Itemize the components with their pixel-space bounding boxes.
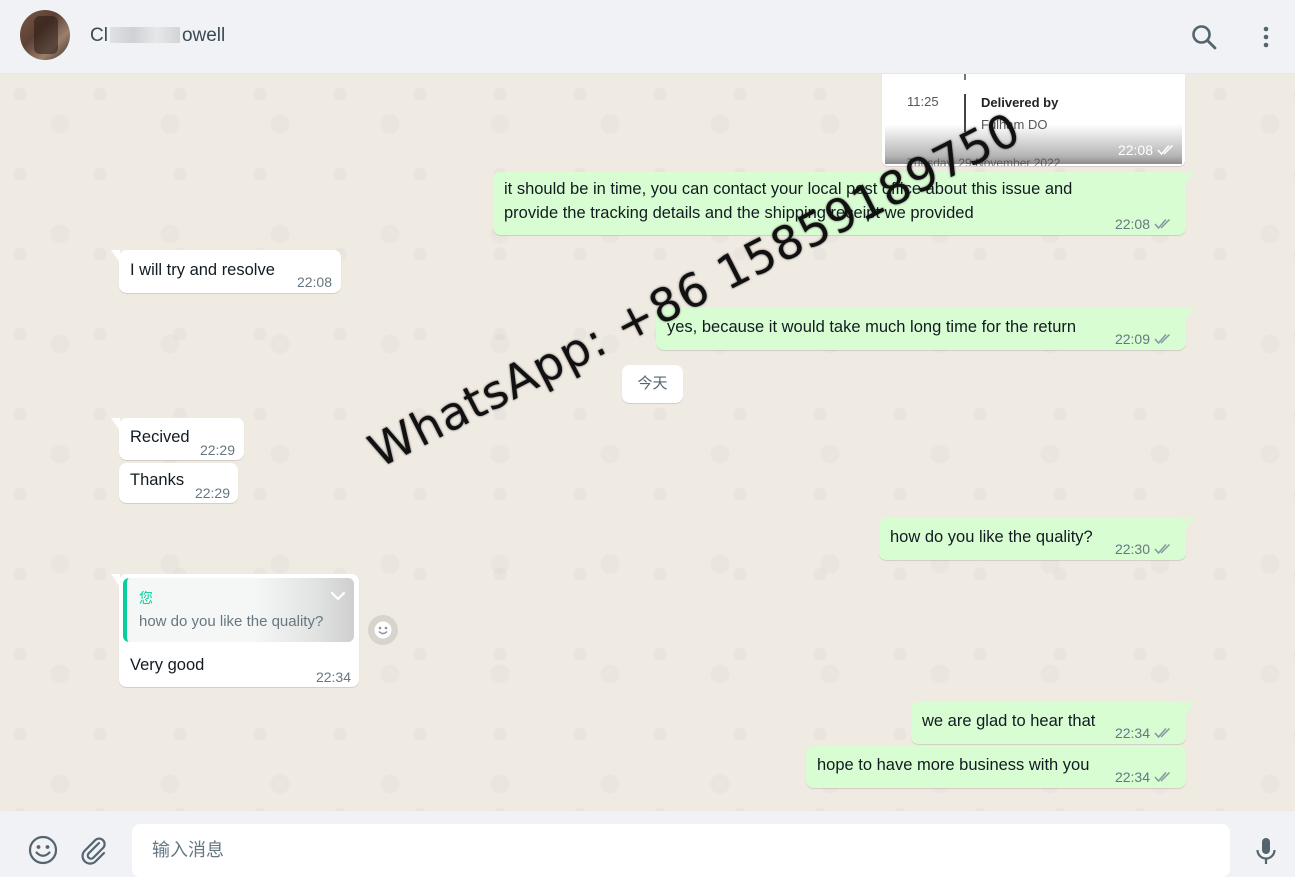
outgoing-message[interactable]: yes, because it would take much long tim… xyxy=(656,307,1194,351)
outgoing-message[interactable]: hope to have more business with you 22:3… xyxy=(806,746,1186,788)
quote-text: how do you like the quality? xyxy=(139,613,324,630)
read-ticks-icon xyxy=(1154,543,1171,555)
contact-name-start: Cl xyxy=(90,25,108,46)
read-ticks-icon xyxy=(1154,218,1171,230)
time-text: 22:34 xyxy=(1114,725,1150,741)
message-text: we are glad to hear that xyxy=(922,712,1096,730)
chat-header: Cl owell xyxy=(0,0,1295,74)
message-time: 22:34 xyxy=(1115,721,1174,745)
chevron-down-icon[interactable] xyxy=(328,586,348,606)
message-time: 22:09 xyxy=(1115,327,1174,351)
message-text: hope to have more business with you xyxy=(817,756,1090,774)
composer-bar xyxy=(0,811,1295,877)
tracking-time: 11:25 xyxy=(907,94,939,109)
message-time: 22:34 xyxy=(1115,765,1174,789)
timeline-line xyxy=(964,74,966,80)
smiley-icon xyxy=(374,621,392,639)
react-button[interactable] xyxy=(368,615,398,645)
message-time: 22:08 xyxy=(1118,142,1177,158)
time-text: 22:34 xyxy=(1114,769,1150,785)
incoming-message[interactable]: Thanks 22:29 xyxy=(119,463,238,503)
message-time: 22:30 xyxy=(1115,537,1174,561)
message-text: Thanks xyxy=(130,471,185,489)
time-text: 22:30 xyxy=(1114,541,1150,557)
incoming-message[interactable]: I will try and resolve 22:08 xyxy=(111,250,341,293)
message-text: yes, because it would take much long tim… xyxy=(667,318,1077,336)
chat-area[interactable]: 11:25 Delivered by Fulham DO Tuesday, 29… xyxy=(0,74,1295,811)
quoted-message[interactable]: 您 how do you like the quality? xyxy=(123,578,354,642)
kebab-menu-icon[interactable] xyxy=(1251,22,1281,52)
message-text: Recived xyxy=(130,428,190,446)
search-icon[interactable] xyxy=(1189,22,1219,52)
contact-name[interactable]: Cl owell xyxy=(90,25,225,47)
message-time: 22:29 xyxy=(199,442,235,458)
contact-avatar[interactable] xyxy=(20,10,70,60)
message-time: 22:34 xyxy=(315,669,351,685)
read-ticks-icon xyxy=(1157,144,1174,156)
contact-name-end: owell xyxy=(181,25,226,46)
message-text: I will try and resolve xyxy=(130,261,275,279)
time-text: 22:09 xyxy=(1114,331,1150,347)
message-input[interactable] xyxy=(132,824,1230,877)
outgoing-message[interactable]: we are glad to hear that 22:34 xyxy=(911,702,1194,745)
paperclip-icon[interactable] xyxy=(78,834,110,866)
message-text: how do you like the quality? xyxy=(890,528,1093,546)
time-text: 22:08 xyxy=(1114,216,1150,232)
message-text: Very good xyxy=(130,656,205,674)
message-time: 22:08 xyxy=(1115,212,1174,236)
outgoing-message[interactable]: how do you like the quality? 22:30 xyxy=(879,518,1194,561)
read-ticks-icon xyxy=(1154,333,1171,345)
read-ticks-icon xyxy=(1154,771,1171,783)
read-ticks-icon xyxy=(1154,727,1171,739)
message-time: 22:08 xyxy=(296,274,332,290)
emoji-icon[interactable] xyxy=(27,834,59,866)
message-time: 22:29 xyxy=(194,485,230,501)
date-divider: 今天 xyxy=(622,365,683,403)
incoming-message[interactable]: Recived 22:29 xyxy=(111,418,244,460)
time-text: 22:08 xyxy=(1117,142,1153,158)
quote-author: 您 xyxy=(139,590,153,606)
name-redaction xyxy=(109,27,180,43)
message-line: it should be in time, you can contact yo… xyxy=(504,180,1073,198)
incoming-reply-message[interactable]: 您 how do you like the quality? Very good… xyxy=(111,574,359,687)
microphone-icon[interactable] xyxy=(1250,835,1282,867)
